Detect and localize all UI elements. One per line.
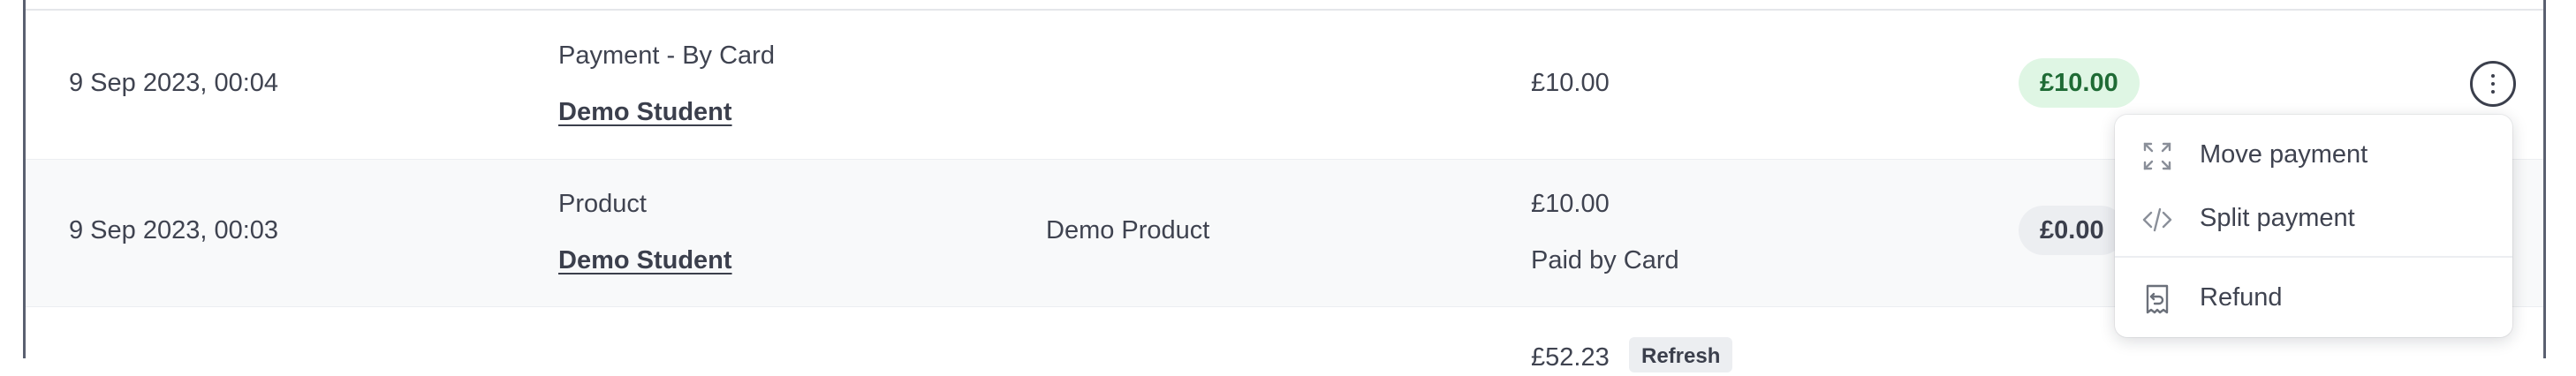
- refund-icon: [2146, 284, 2169, 314]
- balance-badge: £10.00: [2019, 58, 2140, 108]
- product-name: Demo Product: [1046, 216, 1210, 244]
- transaction-amount: £10.00: [1531, 190, 1610, 218]
- kebab-dot: [2491, 90, 2495, 94]
- menu-item-label: Move payment: [2200, 140, 2368, 169]
- kebab-dot: [2491, 74, 2495, 78]
- transaction-type: Payment - By Card: [558, 41, 775, 70]
- transaction-amount: £52.23: [1531, 343, 1610, 372]
- menu-item-label: Split payment: [2200, 204, 2355, 232]
- payment-method-note: Paid by Card: [1531, 246, 1679, 274]
- transaction-amount: £10.00: [1531, 69, 1610, 97]
- row-actions-button[interactable]: [2470, 61, 2516, 107]
- balance-badge: £0.00: [2019, 206, 2125, 255]
- transaction-type: Product: [558, 190, 647, 218]
- row-actions-menu: Move payment Split payment Refund: [2115, 115, 2512, 337]
- menu-divider: [2115, 256, 2512, 258]
- menu-item-label: Refund: [2200, 283, 2283, 312]
- menu-item-refund[interactable]: Refund: [2115, 267, 2512, 329]
- kebab-dot: [2491, 82, 2495, 86]
- menu-item-split-payment[interactable]: Split payment: [2115, 188, 2512, 250]
- refresh-button[interactable]: Refresh: [1629, 337, 1733, 372]
- move-icon: [2143, 142, 2171, 170]
- student-link[interactable]: Demo Student: [558, 97, 732, 127]
- code-icon: [2142, 207, 2172, 232]
- transaction-date: 9 Sep 2023, 00:04: [69, 69, 279, 97]
- transaction-date: 9 Sep 2023, 00:03: [69, 216, 279, 244]
- student-link[interactable]: Demo Student: [558, 245, 732, 275]
- menu-item-move-payment[interactable]: Move payment: [2115, 124, 2512, 186]
